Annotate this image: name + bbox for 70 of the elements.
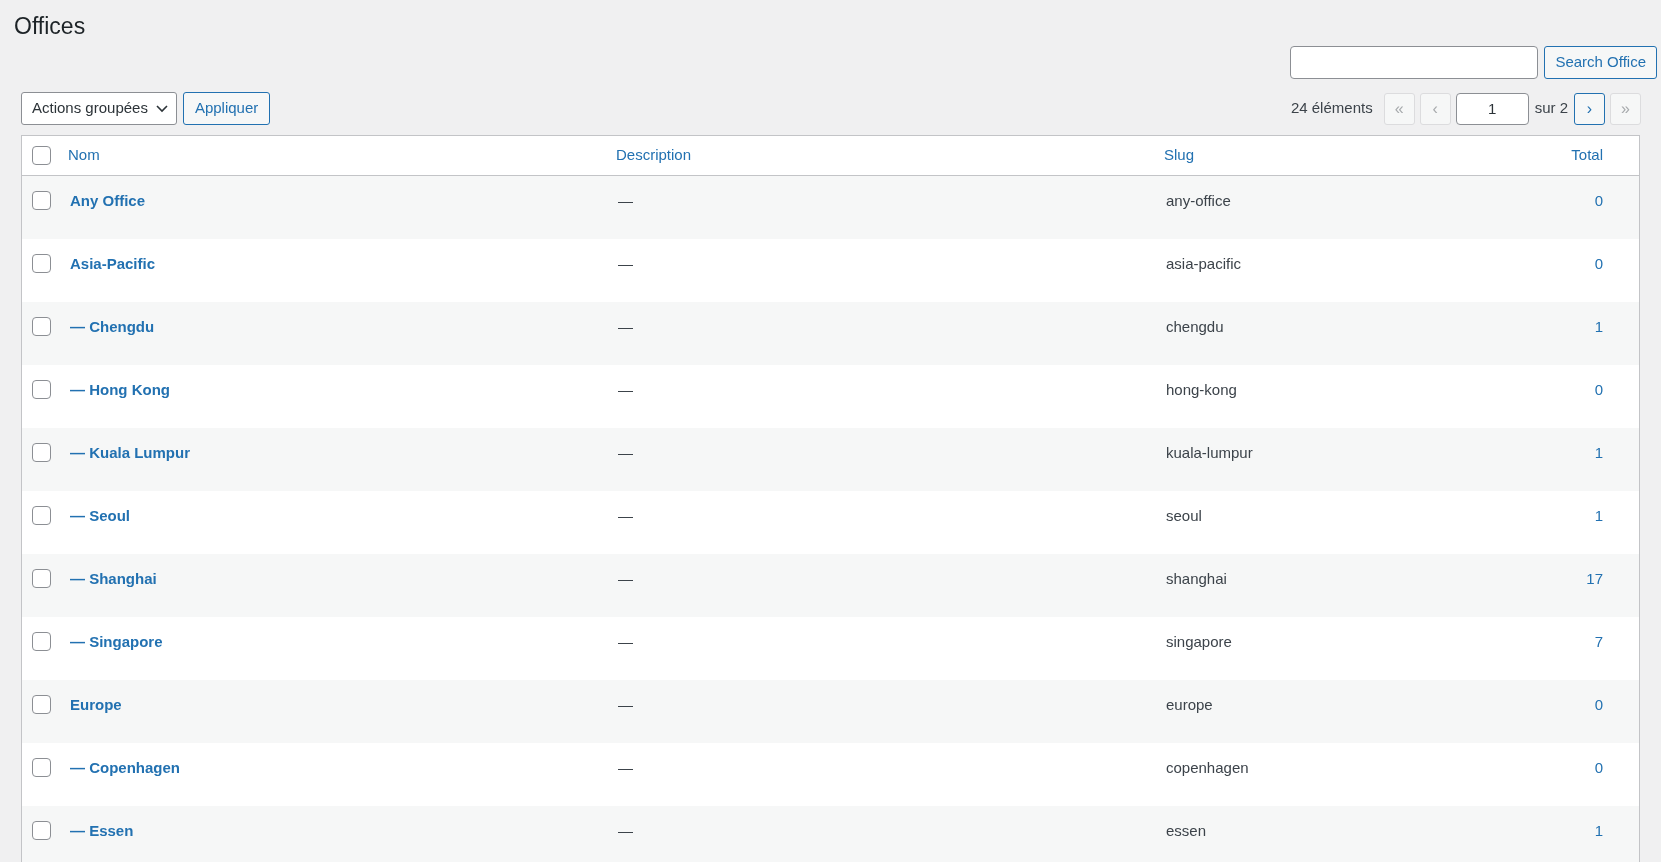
checkbox[interactable] [32, 317, 51, 336]
office-link[interactable]: — Copenhagen [68, 759, 180, 776]
table-cell-text: europe [1165, 696, 1213, 713]
table-cell-text: — [617, 822, 633, 839]
pagination-button[interactable]: › [1574, 92, 1605, 125]
checkbox[interactable] [32, 191, 51, 210]
office-link[interactable]: Any Office [68, 192, 145, 209]
table-cell-text: essen [1165, 822, 1207, 839]
office-link[interactable]: — Essen [68, 822, 134, 839]
table-cell-text: seoul [1165, 507, 1202, 524]
table-cell-text: — [617, 633, 633, 650]
count-link[interactable]: 1 [1594, 822, 1603, 839]
count-link[interactable]: 0 [1594, 192, 1603, 209]
checkbox[interactable] [32, 146, 51, 165]
table-cell-text: asia-pacific [1165, 255, 1242, 272]
count-link[interactable]: 17 [1586, 570, 1603, 587]
table-cell-text: kuala-lumpur [1165, 444, 1253, 461]
table-cell-text: — [617, 507, 633, 524]
count-link[interactable]: 0 [1594, 381, 1603, 398]
office-link[interactable]: Europe [68, 696, 122, 713]
table-cell-text: chengdu [1165, 318, 1224, 335]
checkbox[interactable] [32, 821, 51, 840]
table-cell-text: — [617, 255, 633, 272]
checkbox[interactable] [32, 443, 51, 462]
checkbox[interactable] [32, 632, 51, 651]
office-link[interactable]: — Chengdu [68, 318, 155, 335]
office-link[interactable]: — Kuala Lumpur [68, 444, 190, 461]
table-cell-text: — [617, 759, 633, 776]
count-link[interactable]: 0 [1594, 759, 1603, 776]
column-header[interactable]: Nom [68, 146, 100, 164]
table-cell-text: any-office [1165, 192, 1231, 209]
table-cell-text: hong-kong [1165, 381, 1237, 398]
office-link[interactable]: Asia-Pacific [68, 255, 156, 272]
search-field[interactable] [1290, 46, 1539, 79]
office-link[interactable]: — Shanghai [68, 570, 157, 587]
checkbox[interactable] [32, 569, 51, 588]
page-title: Offices [13, 12, 87, 41]
office-link[interactable]: — Seoul [68, 507, 130, 524]
page-number-field[interactable]: 1 [1455, 92, 1529, 125]
table-cell-text: copenhagen [1165, 759, 1249, 776]
table-cell-text: — [617, 696, 633, 713]
column-header[interactable]: Total [1571, 146, 1603, 164]
count-link[interactable]: 0 [1594, 255, 1603, 272]
table-cell-text: shanghai [1165, 570, 1227, 587]
chevron-down-icon [155, 104, 168, 113]
count-link[interactable]: 1 [1594, 507, 1603, 524]
checkbox[interactable] [32, 506, 51, 525]
count-link[interactable]: 1 [1594, 318, 1603, 335]
apply-button[interactable]: Appliquer [182, 92, 271, 125]
count-link[interactable]: 7 [1594, 633, 1603, 650]
checkbox[interactable] [32, 758, 51, 777]
table-cell-text: — [617, 381, 633, 398]
checkbox[interactable] [32, 254, 51, 273]
checkbox[interactable] [32, 695, 51, 714]
page-total: sur 2 [1534, 98, 1568, 119]
checkbox[interactable] [32, 380, 51, 399]
table-cell-text: — [617, 444, 633, 461]
office-link[interactable]: — Hong Kong [68, 381, 170, 398]
column-header[interactable]: Slug [1164, 146, 1195, 164]
count-link[interactable]: 0 [1594, 696, 1603, 713]
search-button[interactable]: Search Office [1544, 46, 1657, 79]
column-header[interactable]: Description [616, 146, 692, 164]
office-link[interactable]: — Singapore [68, 633, 163, 650]
items-count: 24 éléments [1290, 98, 1373, 119]
bulk-actions-select[interactable]: Actions groupées [21, 92, 177, 125]
count-link[interactable]: 1 [1594, 444, 1603, 461]
table-cell-text: — [617, 318, 633, 335]
table-cell-text: — [617, 192, 633, 209]
table-cell-text: singapore [1165, 633, 1232, 650]
table-cell-text: — [617, 570, 633, 587]
